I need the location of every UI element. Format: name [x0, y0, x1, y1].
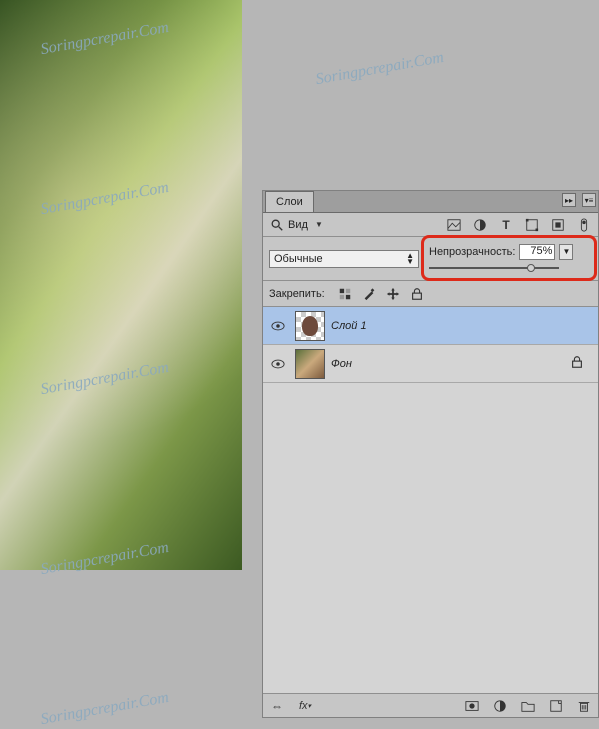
blend-mode-value: Обычные	[274, 253, 323, 265]
lock-move-icon[interactable]	[385, 286, 401, 302]
layer-row[interactable]: Фон	[263, 345, 598, 383]
tab-layers[interactable]: Слои	[265, 191, 314, 212]
lock-brush-icon[interactable]	[361, 286, 377, 302]
link-icon[interactable]: ⇔	[269, 698, 285, 714]
filter-toggle-icon[interactable]	[576, 217, 592, 233]
lock-row: Закрепить:	[263, 281, 598, 307]
select-arrows-icon: ▲▼	[406, 253, 414, 265]
layers-list: Слой 1 Фон	[263, 307, 598, 693]
lock-all-icon[interactable]	[409, 286, 425, 302]
document-image[interactable]	[0, 0, 242, 570]
shape-filter-icon[interactable]	[524, 217, 540, 233]
opacity-slider[interactable]	[429, 262, 559, 274]
fx-icon[interactable]: fx▾	[297, 698, 313, 714]
layer-name-label[interactable]: Слой 1	[331, 320, 367, 332]
group-icon[interactable]	[520, 698, 536, 714]
panel-footer: ⇔ fx▾	[263, 693, 598, 717]
lock-label: Закрепить:	[269, 288, 325, 300]
layers-empty-area[interactable]	[263, 383, 598, 693]
text-filter-icon[interactable]: T	[498, 217, 514, 233]
trash-icon[interactable]	[576, 698, 592, 714]
blend-mode-select[interactable]: Обычные ▲▼	[269, 250, 419, 268]
opacity-input[interactable]: 75%	[519, 244, 555, 260]
adjust-filter-icon[interactable]	[472, 217, 488, 233]
canvas-area[interactable]	[0, 0, 262, 714]
smart-filter-icon[interactable]	[550, 217, 566, 233]
layer-filter-row: Вид ▼ T	[263, 213, 598, 237]
filter-kind-label[interactable]: Вид	[288, 219, 308, 231]
opacity-label: Непрозрачность:	[429, 246, 515, 258]
panel-tab-bar: Слои ▸▸ ▾≡	[263, 191, 598, 213]
layer-thumbnail[interactable]	[295, 311, 325, 341]
panel-menu-icon[interactable]: ▾≡	[582, 193, 596, 207]
tab-layers-label: Слои	[276, 196, 303, 208]
layers-panel: Слои ▸▸ ▾≡ Вид ▼ T Обычные ▲▼	[262, 190, 599, 718]
adjustment-icon[interactable]	[492, 698, 508, 714]
new-layer-icon[interactable]	[548, 698, 564, 714]
layer-thumbnail[interactable]	[295, 349, 325, 379]
magnifier-icon[interactable]	[269, 217, 285, 233]
opacity-slider-thumb[interactable]	[527, 264, 535, 272]
watermark: Soringpcrepair.Com	[314, 49, 445, 89]
layer-row[interactable]: Слой 1	[263, 307, 598, 345]
visibility-eye-icon[interactable]	[270, 356, 286, 372]
blend-opacity-row: Обычные ▲▼ Непрозрачность: 75% ▼	[263, 237, 598, 281]
collapse-icon[interactable]: ▸▸	[562, 193, 576, 207]
lock-pixels-icon[interactable]	[337, 286, 353, 302]
chevron-down-icon[interactable]: ▼	[311, 217, 327, 233]
visibility-eye-icon[interactable]	[270, 318, 286, 334]
image-filter-icon[interactable]	[446, 217, 462, 233]
layer-name-label[interactable]: Фон	[331, 358, 352, 370]
mask-icon[interactable]	[464, 698, 480, 714]
layer-locked-icon[interactable]	[570, 355, 584, 372]
opacity-dropdown-icon[interactable]: ▼	[559, 244, 573, 260]
